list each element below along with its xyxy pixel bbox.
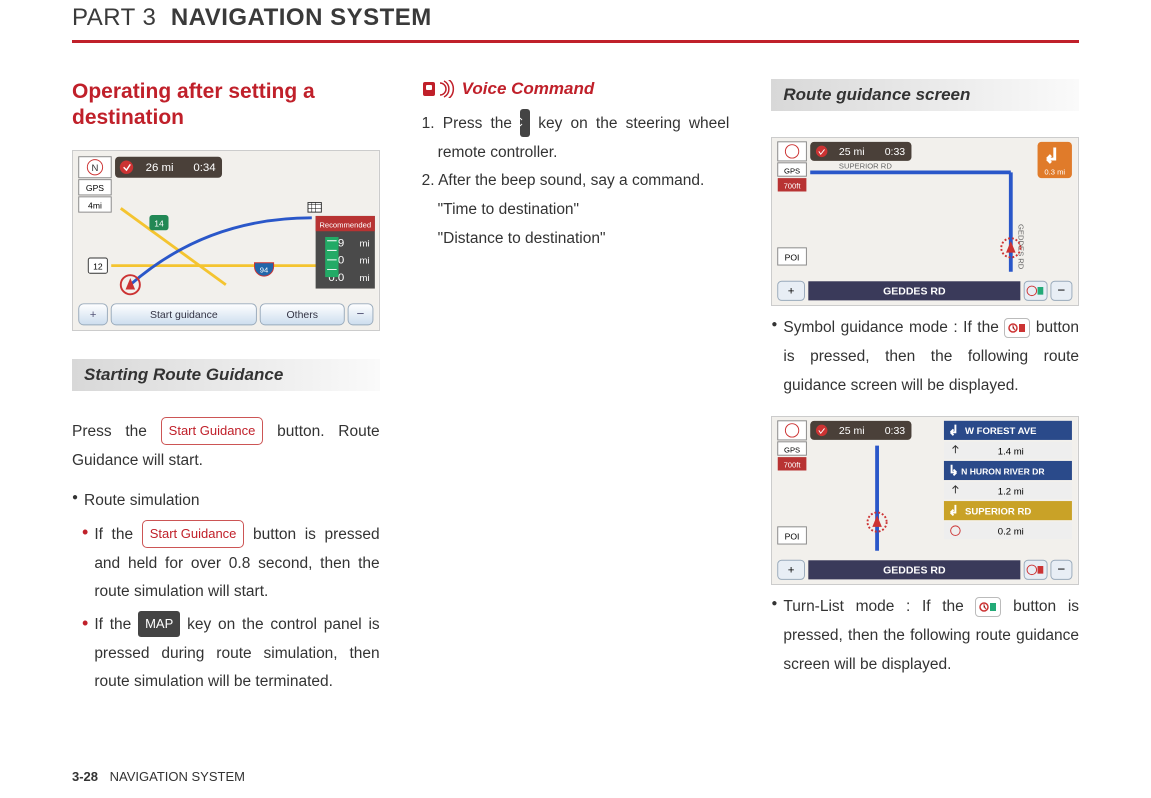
voice-command-heading: Voice Command	[422, 79, 730, 99]
talk-key-ref	[520, 109, 530, 137]
svg-text:SUPERIOR RD: SUPERIOR RD	[839, 162, 892, 171]
turnlist-mode-button-ref	[975, 597, 1001, 617]
svg-text:94: 94	[260, 265, 269, 274]
svg-text:1.4 mi: 1.4 mi	[998, 446, 1024, 457]
nav-screenshot-symbol-mode: 25 mi 0:33 0.3 mi GPS 700ft SUPERIOR RD …	[771, 137, 1079, 306]
svg-text:POI: POI	[785, 531, 800, 541]
sub-heading-route-guidance-screen: Route guidance screen	[771, 79, 1079, 111]
svg-text:Start guidance: Start guidance	[150, 309, 218, 321]
svg-text:W FOREST AVE: W FOREST AVE	[965, 426, 1037, 437]
svg-text:12: 12	[93, 261, 103, 271]
voice-step-1: Press the key on the steering wheel remo…	[422, 109, 730, 167]
voice-icon	[422, 80, 456, 98]
chapter-title: NAVIGATION SYSTEM	[171, 4, 432, 31]
svg-text:0:33: 0:33	[885, 425, 906, 437]
svg-text:25 mi: 25 mi	[839, 425, 865, 437]
part-label: PART 3	[72, 4, 156, 31]
svg-text:25 mi: 25 mi	[839, 146, 865, 158]
svg-text:mi: mi	[360, 272, 370, 283]
svg-text:700ft: 700ft	[784, 461, 802, 470]
bullet-symbol-mode: Symbol guidance mode : If the button is …	[771, 314, 1079, 400]
content-columns: Operating after setting a destination N …	[72, 79, 1079, 697]
svg-text:POI: POI	[785, 252, 800, 262]
voice-example-2: "Distance to destination"	[422, 225, 730, 254]
svg-text:−: −	[1058, 562, 1066, 577]
voice-step-2: After the beep sound, say a command.	[422, 167, 730, 196]
svg-text:GEDDES RD: GEDDES RD	[883, 286, 946, 298]
svg-text:+: +	[788, 286, 795, 298]
svg-text:−: −	[357, 306, 365, 321]
svg-text:Others: Others	[286, 309, 318, 321]
svg-text:700ft: 700ft	[784, 182, 802, 191]
body-text-left: Press the Start Guidance button. Route G…	[72, 417, 380, 697]
svg-text:GPS: GPS	[86, 183, 104, 193]
voice-example-1: "Time to destination"	[422, 196, 730, 225]
svg-text:1.2 mi: 1.2 mi	[998, 487, 1024, 498]
bullet-sim-start: If the Start Guidance button is pressed …	[82, 520, 380, 607]
svg-text:0:33: 0:33	[885, 146, 906, 158]
start-guidance-button-ref: Start Guidance	[142, 520, 245, 548]
page-footer: 3-28 NAVIGATION SYSTEM	[72, 769, 245, 784]
body-text-mid: Press the key on the steering wheel remo…	[422, 109, 730, 253]
section-title: Operating after setting a destination	[72, 79, 380, 132]
column-right: Route guidance screen 25 mi 0:33 0.3 mi …	[771, 79, 1079, 697]
svg-text:mi: mi	[360, 255, 370, 266]
svg-text:+: +	[788, 565, 795, 577]
svg-text:GPS: GPS	[784, 446, 800, 455]
svg-text:mi: mi	[360, 238, 370, 249]
svg-text:N HURON RIVER DR: N HURON RIVER DR	[961, 466, 1045, 476]
svg-text:+: +	[90, 309, 97, 321]
svg-text:GPS: GPS	[784, 166, 800, 175]
symbol-mode-button-ref	[1004, 318, 1030, 338]
svg-text:26 mi: 26 mi	[146, 162, 174, 174]
svg-text:4mi: 4mi	[88, 200, 102, 210]
svg-text:0:34: 0:34	[193, 162, 216, 174]
nav-screenshot-turnlist-mode: 25 mi 0:33 GPS 700ft POI W FOREST AVE 1.…	[771, 416, 1079, 585]
body-text-right-1: Symbol guidance mode : If the button is …	[771, 314, 1079, 400]
bullet-route-simulation: Route simulation	[72, 487, 380, 516]
svg-text:14: 14	[154, 218, 164, 228]
bullet-turnlist-mode: Turn-List mode : If the button is presse…	[771, 593, 1079, 679]
svg-text:0.2 mi: 0.2 mi	[998, 527, 1024, 538]
body-text-right-2: Turn-List mode : If the button is presse…	[771, 593, 1079, 679]
footer-label: NAVIGATION SYSTEM	[110, 769, 245, 784]
svg-text:N: N	[92, 163, 99, 174]
sub-heading-starting-route-guidance: Starting Route Guidance	[72, 359, 380, 391]
svg-text:SUPERIOR RD: SUPERIOR RD	[965, 507, 1031, 518]
svg-text:GEDDES RD: GEDDES RD	[883, 565, 946, 577]
column-middle: Voice Command Press the key on the steer…	[422, 79, 730, 697]
nav-screenshot-start-guidance: N 26 mi 0:34 GPS 4mi 14 94 12 Recommende…	[72, 150, 380, 332]
paragraph: Press the Start Guidance button. Route G…	[72, 417, 380, 475]
svg-text:Recommended: Recommended	[319, 220, 371, 229]
bullet-sim-end: If the MAP key on the control panel is p…	[82, 611, 380, 697]
map-key-ref: MAP	[138, 611, 180, 637]
page-header: PART 3 NAVIGATION SYSTEM	[72, 0, 1079, 43]
page-number: 3-28	[72, 769, 98, 784]
start-guidance-button-ref: Start Guidance	[161, 417, 264, 445]
column-left: Operating after setting a destination N …	[72, 79, 380, 697]
svg-text:−: −	[1058, 283, 1066, 298]
svg-text:0.3 mi: 0.3 mi	[1045, 167, 1066, 176]
